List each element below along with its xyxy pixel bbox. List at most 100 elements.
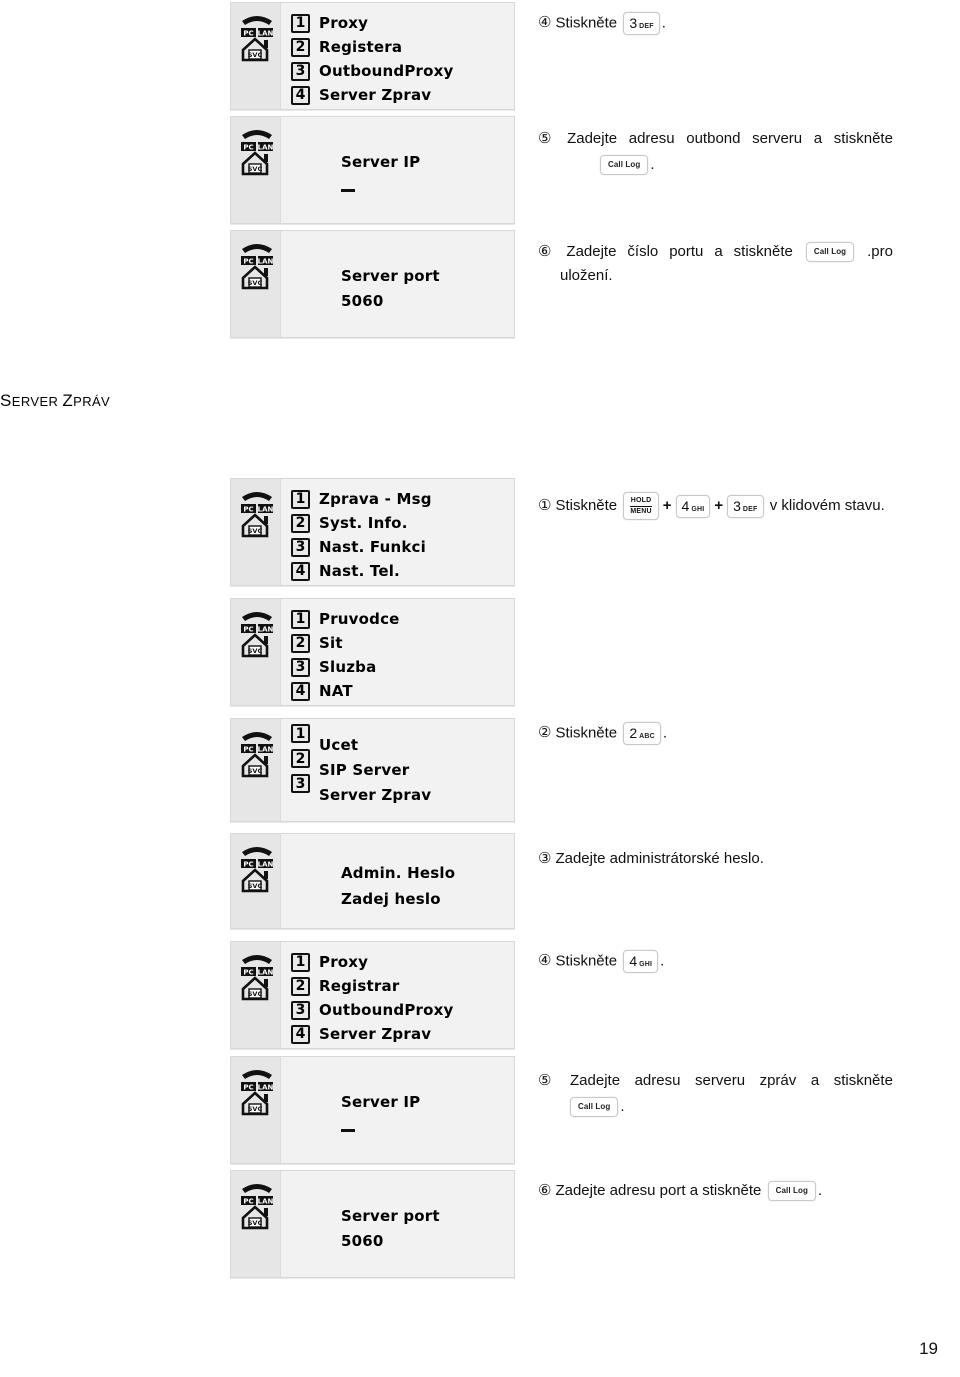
step-marker: ③ [538, 850, 552, 867]
word: portu [669, 243, 704, 260]
svg-text:SVC: SVC [248, 51, 263, 59]
svg-text:PC: PC [243, 745, 253, 753]
menu-item[interactable]: 3 OutboundProxy [291, 998, 514, 1022]
menu-label: Registrar [319, 977, 400, 995]
menu-item[interactable]: 4 Server Zprav [291, 1022, 514, 1046]
svg-text:SVC: SVC [248, 279, 263, 287]
svg-text:SVC: SVC [248, 1219, 263, 1227]
menu-item[interactable]: 1 Ucet [291, 724, 514, 754]
step-marker: ⑤ [538, 130, 552, 147]
instruction-step-2: ② Stiskněte 2 ABC. [538, 722, 938, 745]
keycap-letters: GHI [691, 505, 705, 513]
svg-text:SVC: SVC [248, 767, 263, 775]
svg-text:PC: PC [243, 625, 253, 633]
word: zpráv [759, 1072, 797, 1089]
lcd-line: 5060 [341, 292, 384, 310]
word: stiskněte [733, 243, 793, 260]
keycap-4[interactable]: 4 GHI [675, 494, 711, 518]
keycap-2[interactable]: 2 ABC [623, 722, 661, 745]
word: adresu [634, 1072, 681, 1089]
keycap-letters: ABC [639, 733, 655, 740]
menu-item[interactable]: 2 SIP Server [291, 749, 514, 779]
menu-item[interactable]: 2 Registera [291, 35, 514, 59]
section-heading-smallcaps-2: PRÁV [73, 394, 111, 409]
step-marker: ⑤ [538, 1072, 552, 1089]
menu-item[interactable]: 1 Pruvodce [291, 607, 514, 631]
word: serveru [695, 1072, 746, 1089]
lcd-line: Server port [341, 1207, 440, 1225]
phone-status-icon-group: PC LAN SVC [241, 847, 274, 893]
svg-text:SVC: SVC [248, 882, 263, 890]
status-icon-column: PC LAN SVC [231, 479, 281, 585]
menu-number: 3 [291, 657, 310, 677]
keycap-call-log[interactable]: Call Log [570, 1097, 619, 1118]
svg-text:PC: PC [243, 968, 253, 976]
menu-item[interactable]: 3 OutboundProxy [291, 59, 514, 83]
phone-status-icon-group: PC LAN SVC [241, 16, 274, 62]
svg-text:PC: PC [243, 505, 253, 513]
instruction-top-step-4: ④ Stiskněte 3 DEF. [538, 12, 938, 35]
menu-item[interactable]: 1 Proxy [291, 11, 514, 35]
word: a [810, 1072, 820, 1089]
menu-item[interactable]: 2 Registrar [291, 974, 514, 998]
lcd-line: Server IP [341, 153, 421, 171]
menu-item[interactable]: 4 Server Zprav [291, 83, 514, 107]
menu-label: SIP Server [319, 761, 410, 779]
status-icon-column: PC LAN SVC [231, 117, 281, 223]
keycap-menu-label: MENU [630, 508, 652, 515]
svg-text:PC: PC [243, 1197, 253, 1205]
instruction-step-1: ① Stiskněte HOLD MENU +4 GHI +3 DEF v klidovém… [538, 492, 938, 520]
word: adresu [628, 130, 675, 147]
menu-item[interactable]: 1 Zprava - Msg [291, 487, 514, 511]
status-icon-column: PC LAN SVC [231, 231, 281, 337]
menu-label: Server Zprav [319, 1025, 432, 1043]
step-marker: ① [538, 496, 552, 514]
keycap-3[interactable]: 3 DEF [623, 12, 660, 35]
menu-label: Ucet [319, 736, 359, 754]
menu-item[interactable]: 3 Nast. Funkci [291, 535, 514, 559]
step-period: . [620, 1098, 625, 1115]
lcd-screen-area: 1 Proxy 2 Registrar 3 OutboundProxy 4 Se… [281, 942, 514, 1048]
plus-sign: + [714, 496, 724, 514]
keycap-4[interactable]: 4 GHI [623, 950, 659, 973]
instruction-top-step-5: ⑤ Zadejte adresu outbond serveru a stisk… [538, 128, 893, 176]
menu-label: Sit [319, 634, 343, 652]
menu-item[interactable]: 1 Proxy [291, 950, 514, 974]
keycap-call-log[interactable]: Call Log [805, 242, 855, 262]
status-icon-column: PC LAN SVC [231, 599, 281, 705]
keycap-call-log[interactable]: Call Log [600, 155, 649, 176]
menu-number: 2 [291, 37, 310, 57]
menu-label: Registera [319, 38, 403, 56]
keycap-call-log[interactable]: Call Log [767, 1181, 816, 1202]
word: stiskněte [833, 1072, 893, 1089]
instruction-step-3: ③ Zadejte administrátorské heslo. [538, 848, 938, 870]
status-icon-column: PC LAN SVC [231, 3, 281, 109]
menu-label: Zprava - Msg [319, 490, 432, 508]
section-heading-initial: S [0, 391, 12, 410]
menu-label: Server Zprav [319, 86, 432, 104]
lcd-screen-area: Admin. Heslo Zadej heslo [281, 834, 514, 928]
menu-label: Server Zprav [319, 786, 432, 804]
menu-item[interactable]: 3 Server Zprav [291, 774, 514, 804]
menu-item[interactable]: 2 Sit [291, 631, 514, 655]
step-period: . [817, 1182, 823, 1199]
lcd-panel-proxy-bottom: PC LAN SVC 1 Proxy 2 Registrar 3 Outboun… [230, 941, 515, 1049]
svg-text:SVC: SVC [248, 165, 263, 173]
menu-item[interactable]: 3 Sluzba [291, 655, 514, 679]
lcd-panel-main-menu: PC LAN SVC 1 Zprava - Msg 2 Syst. Info. [230, 478, 515, 586]
lcd-screen-area: Server port 5060 [281, 1171, 514, 1277]
svg-text:PC: PC [243, 143, 253, 151]
keycap-3[interactable]: 3 DEF [727, 494, 764, 518]
phone-status-icon-group: PC LAN SVC [241, 955, 274, 1001]
svg-text:PC: PC [243, 29, 253, 37]
svg-text:LAN: LAN [258, 860, 274, 868]
menu-item[interactable]: 4 NAT [291, 679, 514, 703]
menu-item[interactable]: 2 Syst. Info. [291, 511, 514, 535]
section-heading-initial-2: Z [62, 391, 74, 410]
phone-status-icon-group: PC LAN SVC [241, 732, 274, 778]
menu-label: Proxy [319, 953, 369, 971]
keycap-hold-menu[interactable]: HOLD MENU [623, 492, 659, 520]
keycap-digit: 3 [733, 497, 741, 514]
menu-item[interactable]: 4 Nast. Tel. [291, 559, 514, 583]
text-cursor [341, 1129, 355, 1132]
